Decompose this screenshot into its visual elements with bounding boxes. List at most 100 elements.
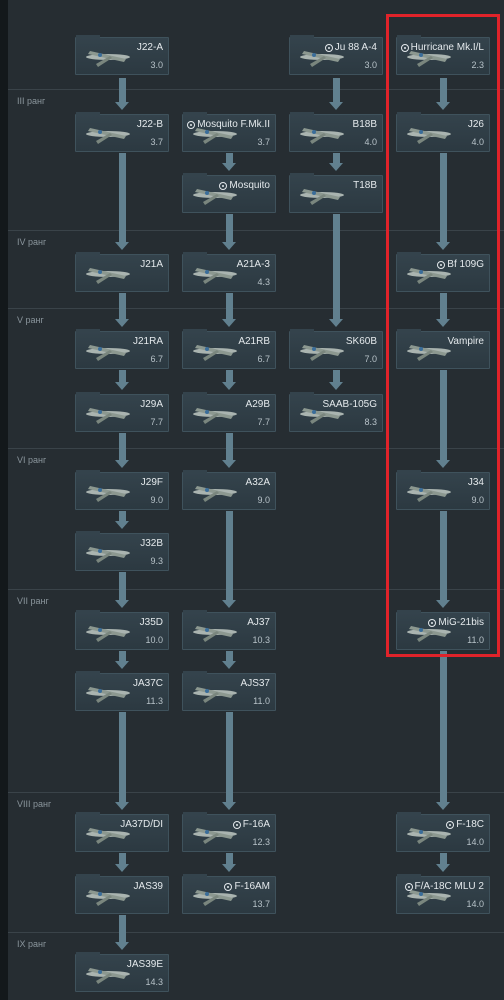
- battle-rating: 3.7: [150, 137, 163, 147]
- vehicle-name-text: JAS39: [133, 881, 163, 892]
- vehicle-card-sk60b[interactable]: SK60B 7.0: [289, 329, 383, 369]
- vehicle-card-jas39[interactable]: JAS39: [75, 874, 169, 914]
- connector-line: [226, 214, 233, 243]
- vehicle-name: J35D: [140, 617, 163, 628]
- connector-arrow: [115, 319, 129, 327]
- vehicle-name-text: A21A-3: [236, 259, 270, 270]
- vehicle-card-ja37c[interactable]: JA37C 11.3: [75, 671, 169, 711]
- battle-rating: 10.0: [145, 635, 163, 645]
- connector-arrow: [222, 319, 236, 327]
- card-tab: [183, 610, 207, 613]
- card-tab: [76, 531, 100, 534]
- vehicle-name-text: JAS39E: [126, 959, 163, 970]
- vehicle-name-text: J22-B: [136, 119, 163, 130]
- vehicle-name: B18B: [353, 119, 377, 130]
- plane-icon: [80, 398, 136, 430]
- rank-label-iii: III ранг: [17, 96, 46, 106]
- vehicle-card-saab105g[interactable]: SAAB-105G 8.3: [289, 392, 383, 432]
- vehicle-name: AJ37: [247, 617, 270, 628]
- vehicle-name: JAS39: [134, 881, 163, 892]
- card-tab: [76, 35, 100, 38]
- battle-rating: 9.0: [257, 495, 270, 505]
- plane-icon: [80, 880, 136, 912]
- vehicle-name: Mosquito F.Mk.II: [187, 119, 270, 130]
- vehicle-name-text: AJS37: [240, 678, 270, 689]
- vehicle-card-a29b[interactable]: A29B 7.7: [182, 392, 276, 432]
- vehicle-card-a21a3[interactable]: A21A-3 4.3: [182, 252, 276, 292]
- connector-arrow: [222, 242, 236, 250]
- plane-icon: [80, 258, 136, 290]
- battle-rating: 14.0: [466, 837, 484, 847]
- card-tab: [397, 812, 421, 815]
- premium-icon: [232, 820, 241, 829]
- vehicle-card-j21ra[interactable]: J21RA 6.7: [75, 329, 169, 369]
- card-tab: [290, 392, 314, 395]
- vehicle-name: A32A: [246, 477, 270, 488]
- connector-line: [119, 153, 126, 243]
- battle-rating: 3.0: [150, 60, 163, 70]
- connector-line: [119, 915, 126, 943]
- battle-rating: 13.7: [252, 899, 270, 909]
- rank-label-v: V ранг: [17, 315, 44, 325]
- battle-rating: 8.3: [364, 417, 377, 427]
- connector-arrow: [436, 864, 450, 872]
- connector-line: [226, 511, 233, 601]
- vehicle-name: Ju 88 A-4: [324, 42, 377, 53]
- card-tab: [290, 329, 314, 332]
- connector-arrow: [115, 242, 129, 250]
- plane-icon: [80, 476, 136, 508]
- battle-rating: 14.0: [466, 899, 484, 909]
- plane-icon: [187, 398, 243, 430]
- vehicle-card-ju88[interactable]: Ju 88 A-4 3.0: [289, 35, 383, 75]
- vehicle-card-f16am[interactable]: F-16AM 13.7: [182, 874, 276, 914]
- vehicle-card-a32a[interactable]: A32A 9.0: [182, 470, 276, 510]
- rank-label-iv: IV ранг: [17, 237, 47, 247]
- vehicle-card-j32b[interactable]: J32B 9.3: [75, 531, 169, 571]
- vehicle-card-j21a[interactable]: J21A: [75, 252, 169, 292]
- vehicle-card-j35d[interactable]: J35D 10.0: [75, 610, 169, 650]
- connector-line: [119, 712, 126, 803]
- card-tab: [183, 112, 207, 115]
- card-tab: [290, 112, 314, 115]
- vehicle-card-t18b[interactable]: T18B: [289, 173, 383, 213]
- vehicle-name: JA37C: [133, 678, 163, 689]
- premium-icon: [187, 120, 196, 129]
- vehicle-name: A21RB: [238, 336, 270, 347]
- vehicle-card-jas39e[interactable]: JAS39E 14.3: [75, 952, 169, 992]
- vehicle-name: Mosquito: [219, 180, 270, 191]
- connector-line: [226, 712, 233, 803]
- vehicle-name: JA37D/DI: [120, 819, 163, 830]
- card-tab: [183, 173, 207, 176]
- vehicle-card-f16a[interactable]: F-16A 12.3: [182, 812, 276, 852]
- battle-rating: 10.3: [252, 635, 270, 645]
- vehicle-card-b18b[interactable]: B18B 4.0: [289, 112, 383, 152]
- battle-rating: 7.0: [364, 354, 377, 364]
- vehicle-card-f18c[interactable]: F-18C 14.0: [396, 812, 490, 852]
- premium-icon: [446, 820, 455, 829]
- connector-line: [333, 214, 340, 320]
- vehicle-card-j22a[interactable]: J22-A 3.0: [75, 35, 169, 75]
- vehicle-card-ajs37[interactable]: AJS37 11.0: [182, 671, 276, 711]
- card-tab: [183, 671, 207, 674]
- vehicle-name-text: F-18C: [456, 819, 484, 830]
- battle-rating: 12.3: [252, 837, 270, 847]
- card-tab: [76, 812, 100, 815]
- connector-arrow: [222, 600, 236, 608]
- vehicle-card-a21rb[interactable]: A21RB 6.7: [182, 329, 276, 369]
- vehicle-card-fa18c[interactable]: F/A-18C MLU 2 14.0: [396, 874, 490, 914]
- vehicle-card-aj37[interactable]: AJ37 10.3: [182, 610, 276, 650]
- vehicle-card-mosquito[interactable]: Mosquito: [182, 173, 276, 213]
- vehicle-card-j29a[interactable]: J29A 7.7: [75, 392, 169, 432]
- battle-rating: 3.7: [257, 137, 270, 147]
- premium-icon: [219, 181, 228, 190]
- vehicle-name-text: J21RA: [132, 336, 163, 347]
- vehicle-name: F-16A: [232, 819, 270, 830]
- connector-arrow: [115, 661, 129, 669]
- card-tab: [290, 35, 314, 38]
- vehicle-card-j22b[interactable]: J22-B 3.7: [75, 112, 169, 152]
- connector-arrow: [222, 460, 236, 468]
- vehicle-card-ja37d[interactable]: JA37D/DI: [75, 812, 169, 852]
- vehicle-card-j29f[interactable]: J29F 9.0: [75, 470, 169, 510]
- vehicle-name: J32B: [140, 538, 163, 549]
- vehicle-card-mosquito_fmk[interactable]: Mosquito F.Mk.II 3.7: [182, 112, 276, 152]
